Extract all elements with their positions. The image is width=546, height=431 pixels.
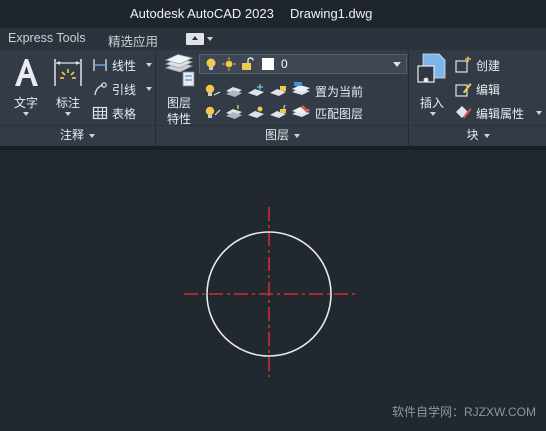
- layers-panel-title[interactable]: 图层: [157, 126, 408, 143]
- current-layer-name: 0: [281, 57, 288, 71]
- layer-color-swatch: [262, 58, 274, 70]
- insert-label: 插入: [420, 96, 445, 110]
- chevron-down-icon: [65, 112, 71, 116]
- dimension-label: 标注: [56, 96, 81, 110]
- ribbon: 文字 标注 线性 引线 表格 注释 图层 特性 0 置为当前 匹配图层 图层 插…: [0, 50, 546, 146]
- edit-attributes-icon: [456, 106, 472, 119]
- app-title: Autodesk AutoCAD 2023: [130, 6, 274, 21]
- layer-thaw-icon[interactable]: [247, 105, 265, 121]
- chevron-down-icon: [294, 133, 300, 138]
- tab-express-tools[interactable]: Express Tools: [8, 31, 86, 45]
- layer-properties-button[interactable]: 图层 特性: [161, 54, 197, 126]
- layer-unisolate-icon[interactable]: [225, 105, 243, 121]
- text-icon: [15, 59, 38, 86]
- dimension-button[interactable]: 标注: [50, 54, 86, 120]
- linear-dimension-icon: [93, 59, 107, 71]
- edit-attributes-button[interactable]: 编辑属性: [454, 104, 544, 122]
- block-panel-title-text: 块: [466, 128, 479, 142]
- tab-featured-apps[interactable]: 精选应用: [108, 31, 158, 50]
- chevron-down-icon: [393, 62, 401, 67]
- chevron-down-icon: [207, 37, 213, 41]
- edit-block-button[interactable]: 编辑: [454, 80, 544, 98]
- block-panel: 插入 创建 编辑 编辑属性 块: [410, 50, 546, 146]
- create-block-icon: [455, 56, 471, 73]
- watermark: 软件自学网：RJZXW.COM: [392, 405, 536, 419]
- leader-icon: [94, 82, 107, 96]
- layer-properties-icon: [164, 54, 195, 87]
- insert-block-icon: [417, 53, 446, 83]
- document-title: Drawing1.dwg: [290, 6, 373, 21]
- match-layer-icon[interactable]: [291, 103, 311, 121]
- block-panel-title[interactable]: 块: [410, 126, 546, 143]
- chevron-down-icon: [146, 87, 152, 91]
- match-layer-button[interactable]: 匹配图层: [315, 105, 363, 122]
- chevron-down-icon: [146, 63, 152, 67]
- layer-lock-icon[interactable]: [269, 83, 287, 99]
- create-label: 创建: [476, 59, 501, 73]
- create-block-button[interactable]: 创建: [454, 56, 544, 74]
- lightbulb-icon: [206, 58, 216, 70]
- edit-attributes-label: 编辑属性: [476, 107, 525, 121]
- minimize-icon: [186, 33, 204, 45]
- linear-dimension-button[interactable]: 线性: [90, 56, 154, 74]
- sun-icon: [222, 57, 236, 71]
- layer-unlock-icon[interactable]: [269, 105, 287, 121]
- layers-panel-title-text: 图层: [264, 128, 289, 142]
- leader-button[interactable]: 引线: [90, 80, 154, 98]
- layer-dropdown[interactable]: 0: [199, 54, 407, 74]
- text-button[interactable]: 文字: [8, 54, 44, 120]
- edit-label: 编辑: [476, 83, 501, 97]
- insert-button[interactable]: 插入: [414, 52, 452, 122]
- ribbon-minimize-button[interactable]: [186, 33, 213, 45]
- table-icon: [92, 106, 108, 120]
- layer-freeze-icon[interactable]: [247, 83, 265, 99]
- linear-label: 线性: [112, 59, 137, 73]
- drawing-canvas[interactable]: 软件自学网：RJZXW.COM: [0, 150, 546, 431]
- title-bar: Autodesk AutoCAD 2023 Drawing1.dwg: [0, 0, 546, 28]
- annotation-panel-title[interactable]: 注释: [0, 126, 155, 143]
- annotation-panel-title-text: 注释: [59, 128, 84, 142]
- set-current-button[interactable]: 置为当前: [315, 83, 363, 100]
- chevron-down-icon: [89, 133, 95, 138]
- leader-label: 引线: [112, 83, 137, 97]
- chevron-down-icon: [483, 133, 490, 138]
- chevron-down-icon: [430, 112, 436, 116]
- set-current-icon[interactable]: [291, 81, 311, 99]
- unlock-icon: [242, 57, 254, 70]
- annotation-panel: 文字 标注 线性 引线 表格 注释: [0, 50, 156, 146]
- table-label: 表格: [112, 107, 137, 121]
- chevron-down-icon: [536, 111, 542, 115]
- layers-panel: 图层 特性 0 置为当前 匹配图层 图层: [157, 50, 409, 146]
- text-label: 文字: [14, 96, 39, 110]
- layer-off-icon[interactable]: [203, 83, 221, 99]
- ribbon-tab-bar: Express Tools 精选应用: [0, 28, 546, 50]
- dimension-icon: [54, 59, 82, 86]
- edit-block-icon: [455, 83, 472, 97]
- layer-on-icon[interactable]: [203, 105, 221, 121]
- table-button[interactable]: 表格: [90, 104, 150, 122]
- chevron-down-icon: [23, 112, 29, 116]
- layer-isolate-icon[interactable]: [225, 83, 243, 99]
- layer-properties-label-1: 图层: [167, 96, 192, 110]
- drawing-area: [184, 207, 357, 377]
